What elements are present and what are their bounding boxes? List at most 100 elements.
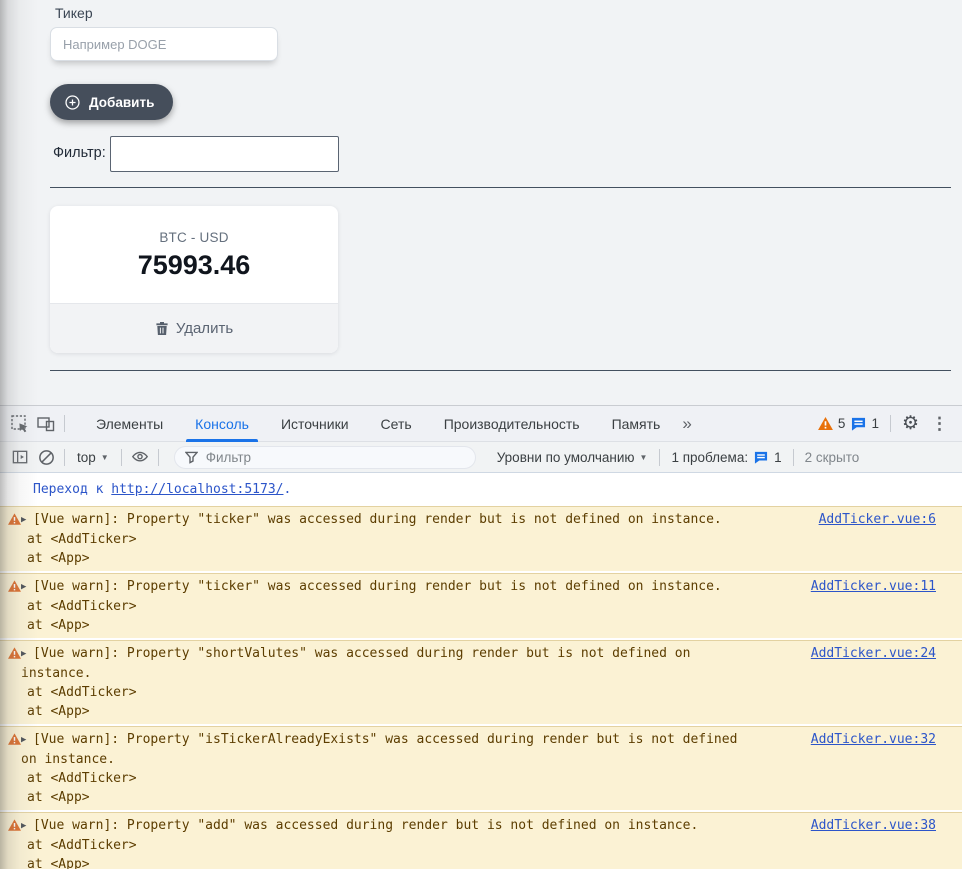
- source-link[interactable]: AddTicker.vue:6: [819, 511, 936, 529]
- source-link[interactable]: AddTicker.vue:38: [811, 817, 936, 835]
- warnings-badge[interactable]: 5: [818, 416, 846, 431]
- ticker-card-body: BTC - USD 75993.46: [50, 206, 338, 303]
- issues-counter[interactable]: 1 проблема: 1: [665, 450, 787, 465]
- funnel-icon: [185, 451, 198, 464]
- console-warning: ▶[Vue warn]: Property "shortValutes" was…: [0, 640, 962, 724]
- stack-frame: at <AddTicker>: [21, 683, 962, 702]
- stack-frame: at <App>: [21, 788, 962, 807]
- navigation-text: Переход к: [33, 482, 111, 497]
- stack-frame: at <AddTicker>: [21, 769, 962, 788]
- ticker-label: Тикер: [55, 5, 93, 21]
- message-bubble-icon: [851, 417, 866, 431]
- ticker-input[interactable]: [50, 27, 278, 61]
- tab-performance[interactable]: Производительность: [435, 406, 589, 442]
- stack-frame: at <App>: [21, 702, 962, 721]
- warning-text: [Vue warn]: Property "shortValutes" was …: [33, 646, 690, 661]
- stack-frame: at <AddTicker>: [21, 530, 962, 549]
- divider: [890, 415, 891, 432]
- clear-console-icon[interactable]: [33, 444, 59, 470]
- console-messages: Переход к http://localhost:5173/. ▶[Vue …: [0, 473, 962, 869]
- warning-text: [Vue warn]: Property "ticker" was access…: [33, 512, 722, 527]
- messages-badge[interactable]: 1: [851, 416, 879, 431]
- tab-network[interactable]: Сеть: [372, 406, 421, 442]
- console-filter-input[interactable]: [206, 450, 465, 465]
- log-levels-selector[interactable]: Уровни по умолчанию ▼: [490, 450, 655, 465]
- ticker-pair: BTC - USD: [50, 230, 338, 245]
- warning-triangle-icon: [8, 819, 21, 869]
- console-sidebar-icon[interactable]: [7, 444, 33, 470]
- tabbar-right: 5 1 ⚙ ⋮: [818, 414, 962, 434]
- app-content: Тикер Добавить Фильтр: BTC - USD 75993.4…: [38, 0, 962, 405]
- stack-frame: at <App>: [21, 549, 962, 568]
- warning-triangle-icon: [8, 733, 21, 807]
- context-selector[interactable]: top ▼: [70, 450, 116, 465]
- expand-arrow-icon[interactable]: ▶: [21, 511, 33, 530]
- ticker-card: BTC - USD 75993.46 Удалить: [50, 206, 338, 353]
- console-warning: ▶[Vue warn]: Property "isTickerAlreadyEx…: [0, 726, 962, 810]
- divider: [50, 187, 951, 188]
- more-options-icon[interactable]: ⋮: [925, 414, 954, 434]
- stack-frame: at <AddTicker>: [21, 836, 962, 855]
- source-link[interactable]: AddTicker.vue:24: [811, 645, 936, 663]
- crypto-app: Тикер Добавить Фильтр: BTC - USD 75993.4…: [0, 0, 962, 405]
- stack-frame: at <App>: [21, 616, 962, 635]
- warning-text-wrap: instance.: [21, 664, 962, 683]
- more-tabs-icon[interactable]: »: [676, 414, 697, 434]
- divider: [64, 449, 65, 466]
- console-warning: ▶[Vue warn]: Property "ticker" was acces…: [0, 573, 962, 638]
- chevron-down-icon: ▼: [101, 453, 109, 462]
- tab-sources[interactable]: Источники: [272, 406, 358, 442]
- expand-arrow-icon[interactable]: ▶: [21, 731, 33, 750]
- navigation-text-suffix: .: [283, 482, 291, 497]
- inspect-element-icon[interactable]: [7, 411, 33, 437]
- delete-ticker-button[interactable]: Удалить: [50, 303, 338, 353]
- filter-input[interactable]: [110, 136, 339, 172]
- divider: [121, 449, 122, 466]
- stack-frame: at <AddTicker>: [21, 597, 962, 616]
- issue-bubble-icon: [754, 451, 768, 464]
- delete-ticker-label: Удалить: [176, 320, 233, 337]
- issues-count: 1: [774, 450, 782, 465]
- tab-elements[interactable]: Элементы: [87, 406, 172, 442]
- ticker-price: 75993.46: [50, 250, 338, 281]
- navigation-message: Переход к http://localhost:5173/.: [0, 473, 962, 506]
- source-link[interactable]: AddTicker.vue:32: [811, 731, 936, 749]
- settings-gear-icon[interactable]: ⚙: [902, 414, 919, 433]
- navigation-link[interactable]: http://localhost:5173/: [111, 482, 283, 497]
- divider: [64, 415, 65, 432]
- messages-count: 1: [871, 416, 879, 431]
- expand-arrow-icon[interactable]: ▶: [21, 578, 33, 597]
- device-toolbar-icon[interactable]: [33, 411, 59, 437]
- page: Тикер Добавить Фильтр: BTC - USD 75993.4…: [0, 0, 962, 869]
- expand-arrow-icon[interactable]: ▶: [21, 645, 33, 664]
- context-selector-label: top: [77, 450, 96, 465]
- source-link[interactable]: AddTicker.vue:11: [811, 578, 936, 596]
- console-warning: ▶[Vue warn]: Property "add" was accessed…: [0, 812, 962, 869]
- warning-triangle-icon: [818, 417, 833, 430]
- warning-triangle-icon: [8, 647, 21, 721]
- console-warning: ▶[Vue warn]: Property "ticker" was acces…: [0, 506, 962, 571]
- add-ticker-button[interactable]: Добавить: [50, 84, 173, 120]
- devtools-tabbar: Элементы Консоль Источники Сеть Производител…: [0, 406, 962, 442]
- live-expression-eye-icon[interactable]: [127, 444, 153, 470]
- warning-text: [Vue warn]: Property "add" was accessed …: [33, 818, 698, 833]
- warning-text: [Vue warn]: Property "isTickerAlreadyExi…: [33, 732, 737, 747]
- divider: [793, 449, 794, 466]
- devtools-tabs: Элементы Консоль Источники Сеть Производител…: [80, 406, 676, 442]
- tab-memory[interactable]: Память: [603, 406, 670, 442]
- plus-circle-icon: [64, 94, 81, 111]
- warning-text: [Vue warn]: Property "ticker" was access…: [33, 579, 722, 594]
- warnings-count: 5: [838, 416, 846, 431]
- warning-text-wrap: on instance.: [21, 750, 962, 769]
- filter-label: Фильтр:: [53, 145, 106, 161]
- log-levels-label: Уровни по умолчанию: [497, 450, 635, 465]
- trash-icon: [155, 321, 169, 336]
- divider: [50, 370, 951, 371]
- add-ticker-button-label: Добавить: [89, 95, 154, 110]
- devtools-panel: Элементы Консоль Источники Сеть Производител…: [0, 405, 962, 869]
- tab-console[interactable]: Консоль: [186, 406, 258, 442]
- hidden-messages-label: 2 скрыто: [799, 450, 866, 465]
- console-filter[interactable]: [174, 446, 476, 469]
- expand-arrow-icon[interactable]: ▶: [21, 817, 33, 836]
- divider: [659, 449, 660, 466]
